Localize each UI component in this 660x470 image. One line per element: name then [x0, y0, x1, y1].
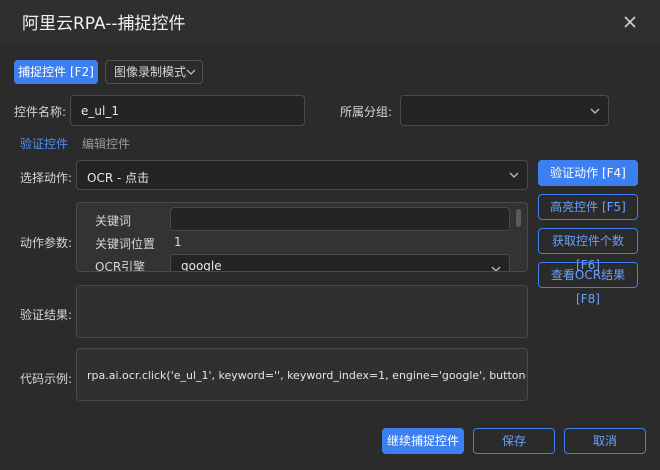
chevron-down-icon: [509, 172, 519, 178]
ocr-engine-select[interactable]: google: [170, 254, 510, 272]
keyword-index-label: 关键词位置: [95, 237, 156, 251]
group-label: 所属分组:: [340, 105, 393, 119]
view-ocr-result-button[interactable]: 查看OCR结果 [F8]: [538, 262, 638, 306]
close-icon[interactable]: [620, 12, 640, 32]
action-label: 选择动作:: [20, 171, 73, 185]
result-output: [76, 285, 528, 338]
highlight-control-button[interactable]: 高亮控件 [F5]: [538, 194, 638, 220]
action-value: OCR - 点击: [87, 171, 150, 185]
get-control-count-button[interactable]: 获取控件个数 [F6]: [538, 228, 638, 272]
keyword-index-value[interactable]: 1: [174, 235, 182, 249]
chevron-down-icon: [186, 69, 196, 75]
verify-action-label: 验证动作 [F4]: [550, 166, 626, 180]
params-label: 动作参数:: [20, 236, 73, 250]
control-name-input[interactable]: e_ul_1: [70, 95, 305, 126]
continue-capture-button[interactable]: 继续捕捉控件: [382, 428, 464, 454]
chevron-down-icon: [590, 108, 600, 114]
group-select[interactable]: [400, 95, 609, 126]
control-name-value: e_ul_1: [81, 104, 119, 118]
code-sample-text: rpa.ai.ocr.click('e_ul_1', keyword='', k…: [87, 369, 528, 382]
view-ocr-result-label: 查看OCR结果 [F8]: [550, 268, 626, 306]
control-name-label: 控件名称:: [14, 105, 67, 119]
ocr-engine-value: google: [181, 259, 222, 272]
code-sample[interactable]: rpa.ai.ocr.click('e_ul_1', keyword='', k…: [76, 348, 528, 401]
title-bar: 阿里云RPA--捕捉控件: [0, 0, 660, 44]
capture-control-button[interactable]: 捕捉控件 [F2]: [14, 60, 98, 84]
chevron-down-icon: [491, 266, 501, 271]
highlight-control-label: 高亮控件 [F5]: [550, 200, 626, 214]
window-title: 阿里云RPA--捕捉控件: [22, 14, 186, 34]
tab-edit-control[interactable]: 编辑控件: [82, 135, 130, 152]
cancel-label: 取消: [592, 434, 617, 448]
capture-control-label: 捕捉控件 [F2]: [18, 65, 94, 79]
record-mode-select[interactable]: 图像录制模式: [105, 60, 203, 84]
cancel-button[interactable]: 取消: [564, 428, 646, 454]
continue-capture-label: 继续捕捉控件: [386, 434, 459, 448]
save-button[interactable]: 保存: [473, 428, 555, 454]
verify-action-button[interactable]: 验证动作 [F4]: [538, 160, 638, 186]
code-label: 代码示例:: [20, 372, 73, 386]
keyword-label: 关键词: [95, 214, 132, 228]
capture-control-dialog: 阿里云RPA--捕捉控件 捕捉控件 [F2] 图像录制模式 控件名称: e_ul…: [0, 0, 660, 470]
action-params-panel: 关键词 关键词位置 1 OCR引擎 google: [76, 202, 528, 272]
result-label: 验证结果:: [20, 308, 73, 322]
action-select[interactable]: OCR - 点击: [76, 160, 528, 190]
ocr-engine-label: OCR引擎: [95, 260, 146, 272]
save-label: 保存: [501, 434, 526, 448]
params-scrollbar[interactable]: [516, 209, 521, 227]
record-mode-value: 图像录制模式: [114, 65, 187, 79]
keyword-input[interactable]: [170, 207, 510, 231]
tab-verify-control[interactable]: 验证控件: [20, 135, 68, 152]
